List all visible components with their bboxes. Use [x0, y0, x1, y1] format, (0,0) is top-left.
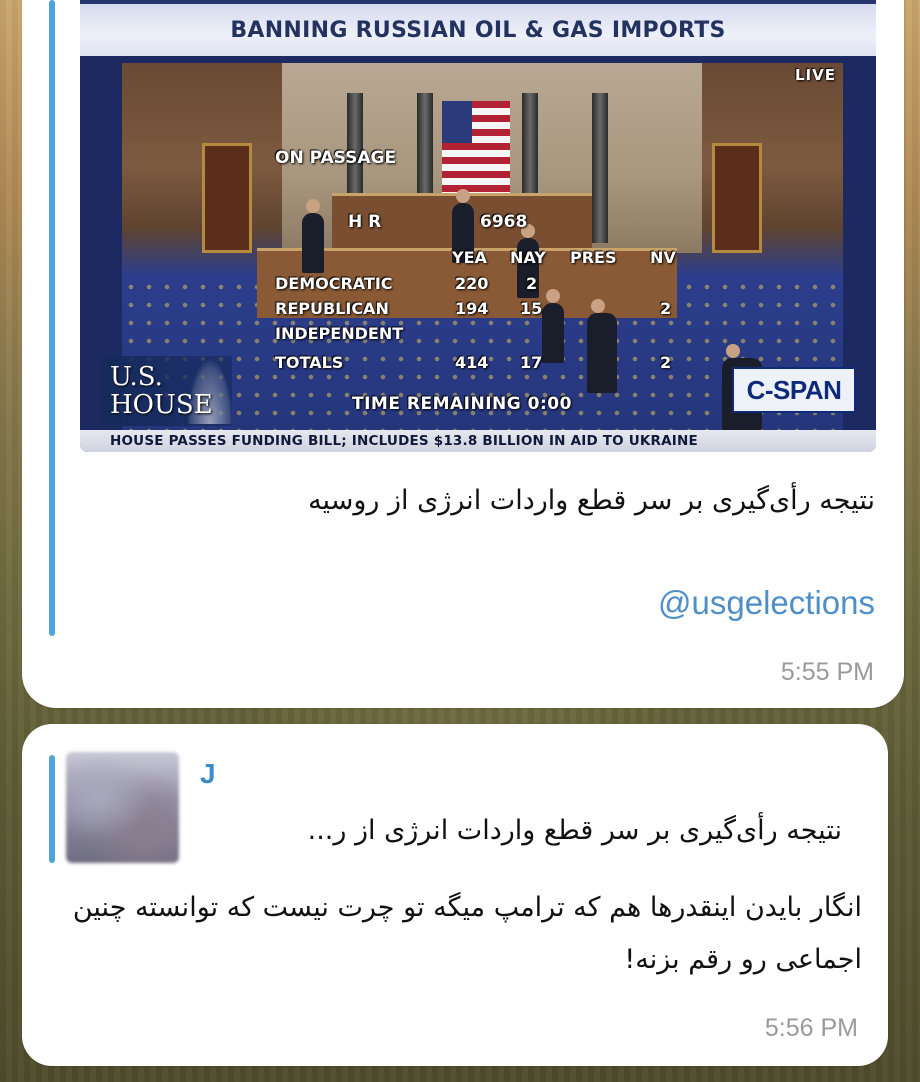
cell-republican-yea: 194 [455, 299, 489, 318]
cell-republican-nv: 2 [660, 299, 672, 318]
reply-sender-name[interactable]: J [200, 758, 216, 790]
live-indicator: LIVE [795, 66, 836, 84]
cspan-logo: C-SPAN [732, 367, 856, 413]
us-flag-icon [442, 101, 510, 197]
vote-status: ON PASSAGE [275, 148, 397, 168]
cell-totals-yea: 414 [455, 353, 489, 372]
message-photo[interactable]: BANNING RUSSIAN OIL & GAS IMPORTS LIVE O… [80, 0, 876, 452]
photo-banner: BANNING RUSSIAN OIL & GAS IMPORTS [80, 0, 876, 56]
col-header-nay: NAY [510, 248, 546, 267]
row-label-democratic: DEMOCRATIC [275, 274, 393, 293]
message-caption: نتیجه رأی‌گیری بر سر قطع واردات انرژی از… [308, 485, 875, 516]
forward-quote-bar [49, 0, 55, 636]
cell-democratic-nay: 2 [526, 274, 538, 293]
banner-title: BANNING RUSSIAN OIL & GAS IMPORTS [230, 17, 726, 43]
row-label-totals: TOTALS [275, 353, 344, 372]
reply-snippet[interactable]: نتیجه رأی‌گیری بر سر قطع واردات انرژی از… [202, 806, 842, 856]
col-header-yea: YEA [452, 248, 487, 267]
cell-totals-nv: 2 [660, 353, 672, 372]
time-remaining: TIME REMAINING 0:00 [352, 394, 572, 414]
reply-thumbnail[interactable] [66, 752, 179, 863]
cell-democratic-yea: 220 [455, 274, 489, 293]
cell-totals-nay: 17 [520, 353, 543, 372]
message-timestamp: 5:55 PM [780, 658, 874, 686]
row-label-independent: INDEPENDENT [275, 324, 404, 343]
cell-republican-nay: 15 [520, 299, 543, 318]
us-house-logo: U.S. HOUSE [102, 356, 233, 426]
bill-prefix: H R [348, 212, 382, 232]
col-header-pres: PRES [570, 248, 617, 267]
bill-number: 6968 [480, 212, 528, 232]
message-timestamp: 5:56 PM [764, 1014, 858, 1042]
row-label-republican: REPUBLICAN [275, 299, 389, 318]
news-ticker: HOUSE PASSES FUNDING BILL; INCLUDES $13.… [80, 430, 876, 452]
message-text: انگار بایدن اینقدرها هم که ترامپ میگه تو… [72, 892, 862, 975]
channel-link[interactable]: @usgelections [658, 584, 875, 622]
col-header-nv: NV [650, 248, 676, 267]
reply-quote-bar [49, 755, 55, 863]
